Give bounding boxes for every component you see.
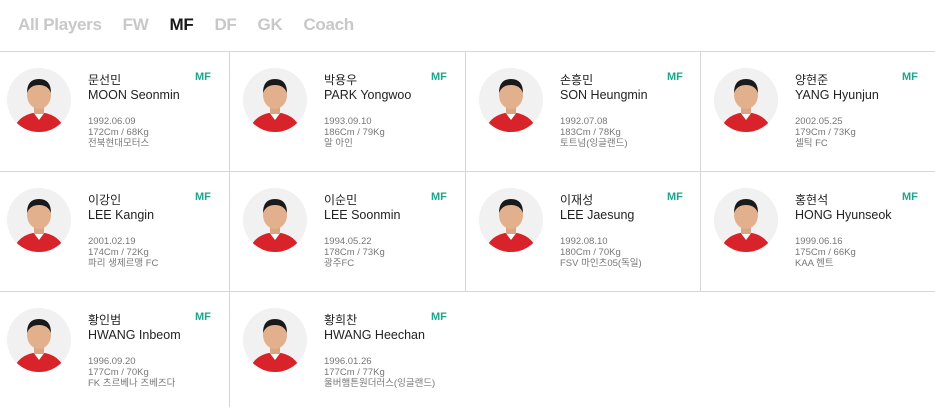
height-weight: 177Cm / 77Kg: [324, 367, 385, 378]
player-name-korean: 황인범: [88, 313, 122, 327]
club-name: 울버햄튼원더러스(잉글랜드): [324, 378, 436, 389]
club-name: 파리 생제르맹 FC: [88, 258, 159, 269]
player-card[interactable]: 양현준 YANG Hyunjun MF 2002.05.25 179Cm / 7…: [707, 51, 935, 171]
birth-date: 1992.07.08: [560, 116, 608, 127]
player-name-english: PARK Yongwoo: [324, 88, 412, 102]
player-card[interactable]: 황희찬 HWANG Heechan MF 1996.01.26 177Cm / …: [236, 291, 471, 407]
player-name-korean: 황희찬: [324, 313, 358, 327]
player-name-korean: 이강인: [88, 193, 122, 207]
birth-date: 1992.08.10: [560, 236, 608, 247]
player-photo: [479, 188, 543, 252]
tab-all-players[interactable]: All Players: [18, 15, 102, 35]
birth-date: 1996.01.26: [324, 356, 372, 367]
position-badge: MF: [195, 191, 211, 203]
player-name-korean: 손흥민: [560, 73, 594, 87]
player-name-english: HWANG Inbeom: [88, 328, 181, 342]
position-badge: MF: [431, 311, 447, 323]
tab-df[interactable]: DF: [214, 15, 236, 35]
player-card[interactable]: 문선민 MOON Seonmin MF 1992.06.09 172Cm / 6…: [0, 51, 235, 171]
height-weight: 174Cm / 72Kg: [88, 247, 149, 258]
height-weight: 178Cm / 73Kg: [324, 247, 385, 258]
player-name-korean: 박용우: [324, 73, 358, 87]
player-grid: 문선민 MOON Seonmin MF 1992.06.09 172Cm / 6…: [0, 51, 935, 407]
player-card[interactable]: 손흥민 SON Heungmin MF 1992.07.08 183Cm / 7…: [472, 51, 707, 171]
tab-mf[interactable]: MF: [170, 15, 194, 35]
player-name-english: HONG Hyunseok: [795, 208, 892, 222]
position-badge: MF: [667, 71, 683, 83]
player-card[interactable]: 황인범 HWANG Inbeom MF 1996.09.20 177Cm / 7…: [0, 291, 235, 407]
player-name-korean: 이재성: [560, 193, 594, 207]
player-card[interactable]: 박용우 PARK Yongwoo MF 1993.09.10 186Cm / 7…: [236, 51, 471, 171]
club-name: 전북현대모터스: [88, 138, 150, 149]
player-photo: [479, 68, 543, 132]
club-name: 셀틱 FC: [795, 138, 828, 149]
player-photo: [243, 188, 307, 252]
tab-coach[interactable]: Coach: [303, 15, 354, 35]
player-name-korean: 홍현석: [795, 193, 829, 207]
player-name-korean: 양현준: [795, 73, 829, 87]
birth-date: 1994.05.22: [324, 236, 372, 247]
club-name: 알 아인: [324, 138, 353, 149]
club-name: FK 츠르베나 즈베즈다: [88, 378, 176, 389]
birth-date: 1992.06.09: [88, 116, 136, 127]
player-name-korean: 이순민: [324, 193, 358, 207]
player-card[interactable]: 이순민 LEE Soonmin MF 1994.05.22 178Cm / 73…: [236, 171, 471, 291]
position-badge: MF: [431, 191, 447, 203]
player-name-english: LEE Jaesung: [560, 208, 635, 222]
height-weight: 179Cm / 73Kg: [795, 127, 856, 138]
position-badge: MF: [195, 311, 211, 323]
player-name-english: LEE Soonmin: [324, 208, 401, 222]
position-badge: MF: [195, 71, 211, 83]
height-weight: 177Cm / 70Kg: [88, 367, 149, 378]
position-filter-tabs: All Players FW MF DF GK Coach: [18, 13, 375, 37]
player-photo: [7, 68, 71, 132]
player-name-english: YANG Hyunjun: [795, 88, 879, 102]
player-name-english: MOON Seonmin: [88, 88, 180, 102]
birth-date: 2002.05.25: [795, 116, 843, 127]
player-photo: [7, 188, 71, 252]
club-name: 토트넘(잉글랜드): [560, 138, 628, 149]
position-badge: MF: [667, 191, 683, 203]
birth-date: 1999.06.16: [795, 236, 843, 247]
club-name: 광주FC: [324, 258, 355, 269]
position-badge: MF: [902, 71, 918, 83]
club-name: KAA 헨트: [795, 258, 834, 269]
birth-date: 1993.09.10: [324, 116, 372, 127]
club-name: FSV 마인츠05(독일): [560, 258, 642, 269]
player-card[interactable]: 이재성 LEE Jaesung MF 1992.08.10 180Cm / 70…: [472, 171, 707, 291]
player-card[interactable]: 홍현석 HONG Hyunseok MF 1999.06.16 175Cm / …: [707, 171, 935, 291]
birth-date: 2001.02.19: [88, 236, 136, 247]
position-badge: MF: [902, 191, 918, 203]
tab-gk[interactable]: GK: [258, 15, 283, 35]
player-photo: [243, 308, 307, 372]
player-card[interactable]: 이강인 LEE Kangin MF 2001.02.19 174Cm / 72K…: [0, 171, 235, 291]
birth-date: 1996.09.20: [88, 356, 136, 367]
player-photo: [243, 68, 307, 132]
player-photo: [714, 188, 778, 252]
player-name-english: SON Heungmin: [560, 88, 648, 102]
player-name-english: LEE Kangin: [88, 208, 155, 222]
height-weight: 172Cm / 68Kg: [88, 127, 149, 138]
player-photo: [7, 308, 71, 372]
player-photo: [714, 68, 778, 132]
height-weight: 183Cm / 78Kg: [560, 127, 621, 138]
position-badge: MF: [431, 71, 447, 83]
height-weight: 180Cm / 70Kg: [560, 247, 621, 258]
height-weight: 186Cm / 79Kg: [324, 127, 385, 138]
player-name-korean: 문선민: [88, 73, 122, 87]
player-name-english: HWANG Heechan: [324, 328, 425, 342]
tab-fw[interactable]: FW: [123, 15, 149, 35]
height-weight: 175Cm / 66Kg: [795, 247, 856, 258]
